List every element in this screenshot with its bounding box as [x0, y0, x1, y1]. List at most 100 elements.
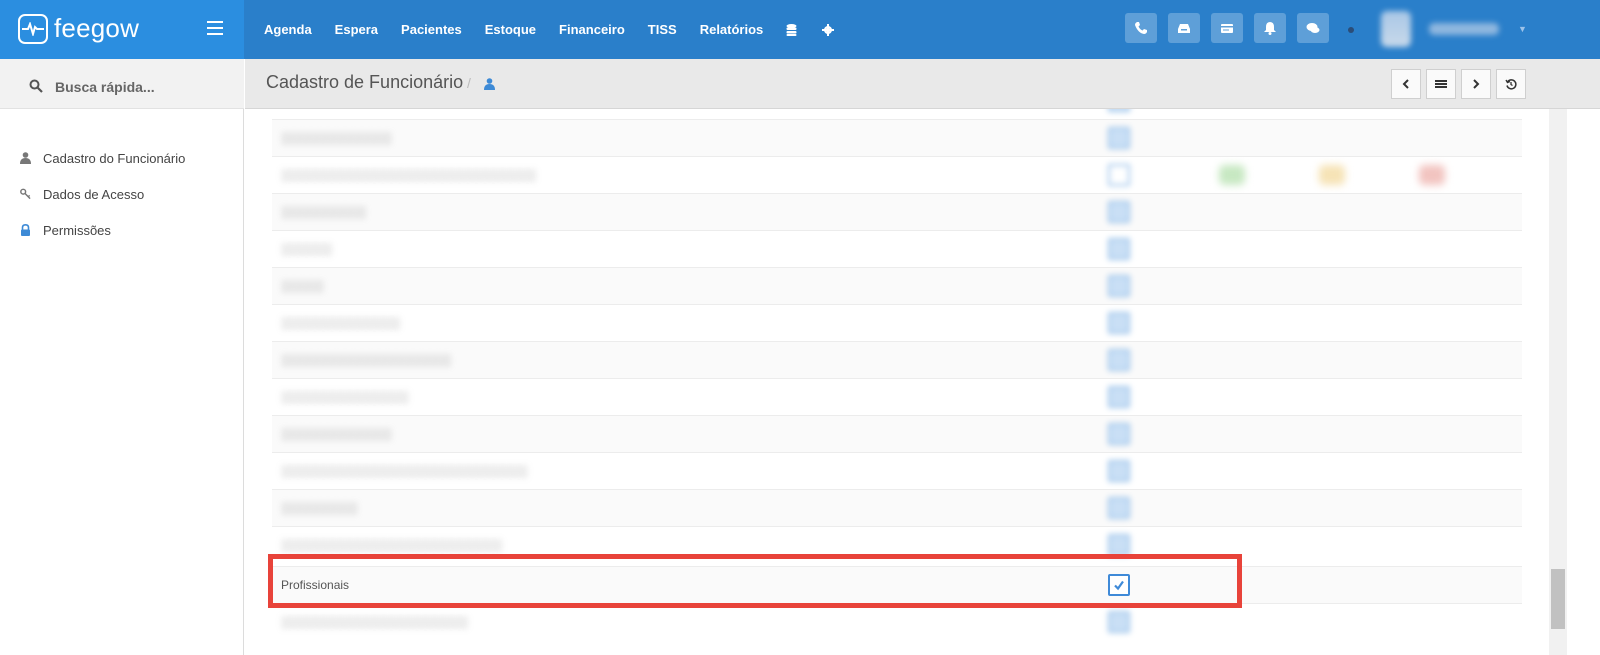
- nav-estoque[interactable]: Estoque: [485, 22, 536, 37]
- gear-icon[interactable]: [822, 23, 835, 36]
- row-label-redacted: ░░░░░░░░░░░░░░░░░░░░░░: [281, 615, 469, 629]
- row-label-redacted: ░░░░░░░░░: [281, 501, 358, 515]
- status-yellow-icon: [1319, 165, 1345, 185]
- permissions-table: ░░░░░░░░░░░░░ ░░░░░░░░░░░░░░░░░░░░░░░░░░…: [245, 109, 1549, 655]
- user-icon[interactable]: [484, 78, 495, 90]
- table-row: ░░░░░░░░░░░░░░░░░░░░░░░░░░░░░: [272, 452, 1522, 489]
- scrollbar-thumb[interactable]: [1551, 569, 1565, 629]
- row-label-redacted: ░░░░░░░░░░░░░░: [281, 316, 401, 330]
- permission-checkbox[interactable]: [1108, 201, 1130, 223]
- sidebar-item-label: Cadastro do Funcionário: [43, 151, 186, 166]
- breadcrumb-separator: /: [467, 75, 471, 91]
- table-row: ░░░░░░░░░░: [272, 193, 1522, 230]
- permission-label-profissionais: Profissionais: [281, 578, 350, 592]
- inbox-button[interactable]: [1168, 13, 1200, 43]
- row-label-redacted: ░░░░░░░░░░░░░░░░░░░░: [281, 353, 452, 367]
- chevron-down-icon: ▼: [1518, 24, 1527, 34]
- card-icon: [1221, 24, 1233, 33]
- database-icon[interactable]: [786, 23, 798, 36]
- permission-checkbox[interactable]: [1108, 534, 1130, 556]
- table-row: ░░░░░░░░░░░░░: [272, 119, 1522, 156]
- nav-espera[interactable]: Espera: [335, 22, 378, 37]
- key-icon: [20, 188, 31, 200]
- table-row: ░░░░░░░░░░░░░░░░░░░░: [272, 341, 1522, 378]
- permission-checkbox[interactable]: [1108, 109, 1130, 112]
- permission-checkbox[interactable]: [1108, 497, 1130, 519]
- right-gutter: [1567, 109, 1600, 655]
- list-button[interactable]: [1426, 69, 1456, 99]
- permission-checkbox[interactable]: [1108, 312, 1130, 334]
- row-label-redacted: ░░░░░░░░░░░░░: [281, 427, 392, 441]
- quick-actions: [1125, 13, 1340, 43]
- chevron-right-icon: [1473, 79, 1480, 89]
- phone-icon: [1135, 22, 1147, 34]
- nav-financeiro[interactable]: Financeiro: [559, 22, 625, 37]
- quick-search-placeholder: Busca rápida...: [55, 79, 155, 95]
- nav-tiss[interactable]: TISS: [648, 22, 677, 37]
- row-label-redacted: ░░░░░░░░░░░░░░░░░░░░░░░░░░░░░: [281, 464, 528, 478]
- checkmark-icon: [1114, 580, 1124, 591]
- list-icon: [1435, 80, 1447, 88]
- table-row: [272, 109, 1522, 119]
- card-button[interactable]: [1211, 13, 1243, 43]
- history-icon: [1505, 79, 1517, 90]
- permission-checkbox[interactable]: [1108, 611, 1130, 633]
- nav-relatorios[interactable]: Relatórios: [700, 22, 764, 37]
- previous-button[interactable]: [1391, 69, 1421, 99]
- notifications-button[interactable]: [1254, 13, 1286, 43]
- top-navbar: feegow Agenda Espera Pacientes Estoque F…: [0, 0, 1600, 59]
- quick-search-input[interactable]: Busca rápida...: [0, 59, 244, 109]
- chat-button[interactable]: [1297, 13, 1329, 43]
- table-row: ░░░░░░░░░░░░░░░░░░░░░░░░░░░░░░: [272, 156, 1522, 193]
- sidebar-item-dados-acesso[interactable]: Dados de Acesso: [0, 183, 244, 207]
- row-label-redacted: ░░░░░░░░░░░░░: [281, 131, 392, 145]
- table-row: ░░░░░░░░░░░░░░░░░░░░░░: [272, 603, 1522, 640]
- table-row: ░░░░░░░░░░░░░░░: [272, 378, 1522, 415]
- chevron-left-icon: [1402, 79, 1409, 89]
- nav-pacientes[interactable]: Pacientes: [401, 22, 462, 37]
- chat-icon: [1306, 23, 1320, 33]
- feegow-logo-icon[interactable]: [18, 14, 48, 44]
- online-status-dot: [1348, 27, 1354, 33]
- main-nav: Agenda Espera Pacientes Estoque Financei…: [264, 0, 858, 59]
- permission-checkbox[interactable]: [1108, 164, 1130, 186]
- brand-area: feegow: [0, 0, 244, 59]
- nav-agenda[interactable]: Agenda: [264, 22, 312, 37]
- next-button[interactable]: [1461, 69, 1491, 99]
- inbox-icon: [1178, 24, 1190, 33]
- permission-checkbox[interactable]: [1108, 349, 1130, 371]
- permission-checkbox[interactable]: [1108, 460, 1130, 482]
- table-row: ░░░░░░░░░░░░░░: [272, 304, 1522, 341]
- status-green-icon: [1219, 165, 1245, 185]
- profissionais-checkbox[interactable]: [1108, 574, 1130, 596]
- permission-checkbox[interactable]: [1108, 386, 1130, 408]
- sidebar-item-permissoes[interactable]: Permissões: [0, 219, 244, 243]
- avatar: [1381, 11, 1411, 47]
- user-name-redacted: [1429, 23, 1499, 35]
- menu-toggle-icon[interactable]: [207, 21, 223, 35]
- permission-checkbox[interactable]: [1108, 238, 1130, 260]
- lock-icon: [21, 224, 30, 236]
- table-row-profissionais: Profissionais: [272, 566, 1522, 603]
- vertical-scrollbar[interactable]: [1549, 109, 1567, 655]
- record-pager: [1391, 69, 1531, 99]
- sidebar-item-label: Dados de Acesso: [43, 187, 145, 202]
- sidebar-item-cadastro[interactable]: Cadastro do Funcionário: [0, 147, 244, 171]
- permission-checkbox[interactable]: [1108, 275, 1130, 297]
- brand-name[interactable]: feegow: [54, 13, 139, 44]
- row-label-redacted: ░░░░░░░░░░░░░░░░░░░░░░░░░░░░░░: [281, 168, 537, 182]
- permission-checkbox[interactable]: [1108, 423, 1130, 445]
- row-label-redacted: ░░░░░░░░░░░░░░░: [281, 390, 409, 404]
- user-menu[interactable]: ▼: [1381, 11, 1531, 47]
- row-label-redacted: ░░░░░░░░░░░░░░░░░░░░░░░░░░: [281, 538, 503, 552]
- sidebar-item-label: Permissões: [43, 223, 111, 238]
- row-label-redacted: ░░░░░░░░░░: [281, 205, 367, 219]
- history-button[interactable]: [1496, 69, 1526, 99]
- phone-button[interactable]: [1125, 13, 1157, 43]
- bell-icon: [1264, 22, 1276, 35]
- sidebar: Busca rápida... Cadastro do Funcionário …: [0, 59, 244, 655]
- table-row: ░░░░░: [272, 267, 1522, 304]
- row-label-redacted: ░░░░░: [281, 279, 324, 293]
- table-row: ░░░░░░░░░░░░░: [272, 415, 1522, 452]
- permission-checkbox[interactable]: [1108, 127, 1130, 149]
